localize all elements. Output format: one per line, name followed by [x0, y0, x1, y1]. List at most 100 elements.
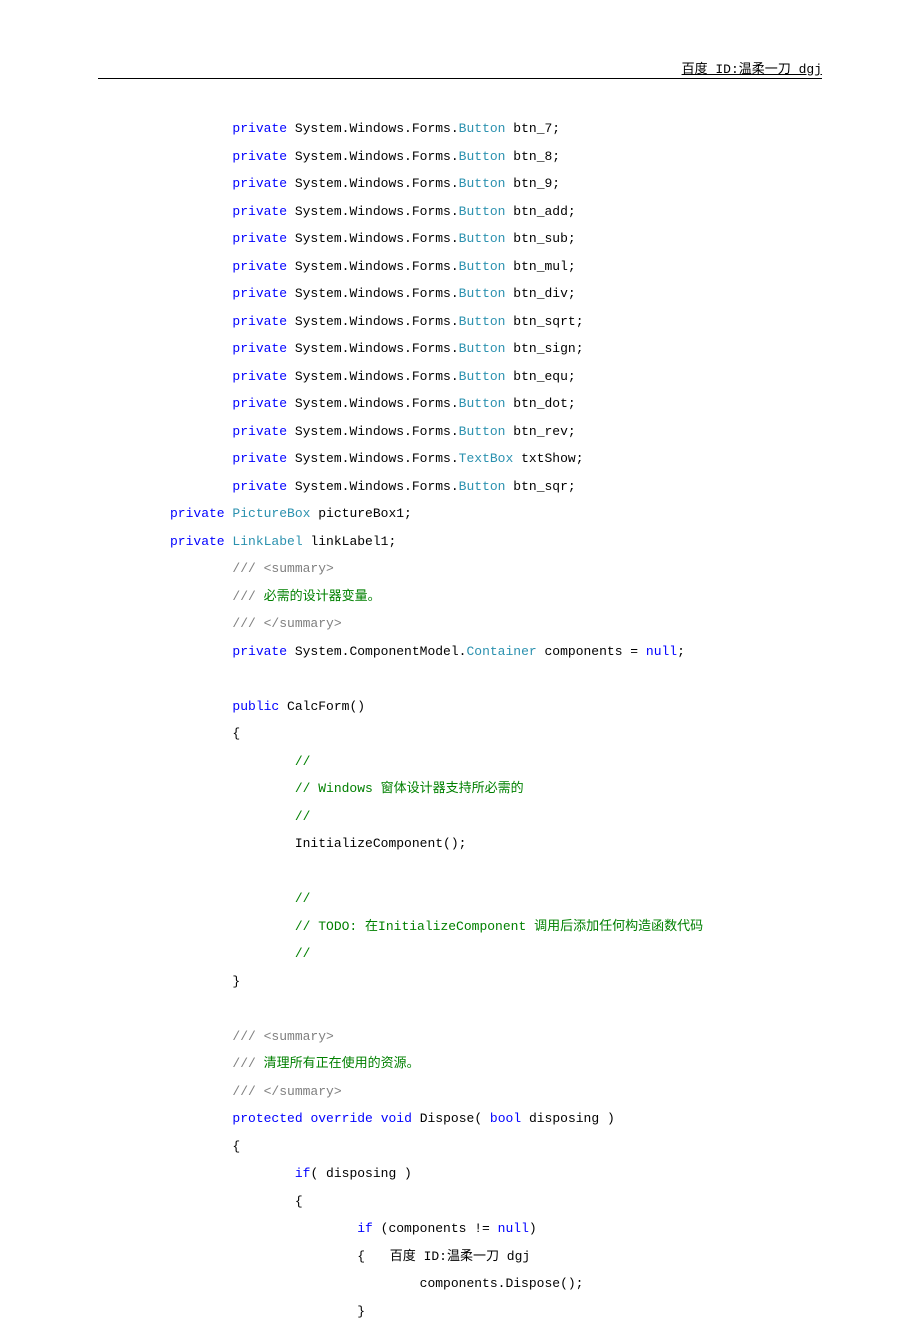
- code-line: private System.Windows.Forms.Button btn_…: [170, 253, 822, 281]
- code-line: //: [170, 940, 822, 968]
- code-line: /// 必需的设计器变量。: [170, 583, 822, 611]
- code-token: //: [295, 891, 311, 906]
- code-line: }: [170, 968, 822, 996]
- code-token: null: [498, 1221, 529, 1236]
- code-token: // TODO: 在InitializeComponent 调用后添加任何构造函…: [295, 919, 703, 934]
- code-token: private: [170, 506, 225, 521]
- code-token: Button: [459, 369, 506, 384]
- code-token: ///: [232, 1029, 255, 1044]
- code-token: Button: [459, 176, 506, 191]
- code-token: Button: [459, 479, 506, 494]
- code-token: {: [232, 1139, 240, 1154]
- code-line: if (components != null): [170, 1215, 822, 1243]
- code-line: private System.Windows.Forms.TextBox txt…: [170, 445, 822, 473]
- code-token: linkLabel1;: [303, 534, 397, 549]
- code-token: }: [232, 974, 240, 989]
- code-token: System.Windows.Forms.: [287, 176, 459, 191]
- code-token: // Windows 窗体设计器支持所必需的: [295, 781, 524, 796]
- code-token: btn_rev;: [505, 424, 575, 439]
- code-token: private: [232, 396, 287, 411]
- code-line: private PictureBox pictureBox1;: [170, 500, 822, 528]
- code-token: {: [232, 726, 240, 741]
- code-token: private: [232, 479, 287, 494]
- code-token: System.Windows.Forms.: [287, 424, 459, 439]
- code-token: btn_sqrt;: [505, 314, 583, 329]
- code-line: {: [170, 1188, 822, 1216]
- code-token: private: [232, 644, 287, 659]
- code-line: private System.Windows.Forms.Button btn_…: [170, 363, 822, 391]
- code-line: private System.Windows.Forms.Button btn_…: [170, 390, 822, 418]
- code-token: txtShow;: [513, 451, 583, 466]
- code-token: ///: [232, 589, 255, 604]
- code-token: btn_div;: [505, 286, 575, 301]
- code-token: System.Windows.Forms.: [287, 479, 459, 494]
- code-token: components.Dispose();: [420, 1276, 584, 1291]
- code-token: </summary>: [256, 616, 342, 631]
- code-line: /// 清理所有正在使用的资源。: [170, 1050, 822, 1078]
- code-token: System.Windows.Forms.: [287, 231, 459, 246]
- code-line: private System.Windows.Forms.Button btn_…: [170, 335, 822, 363]
- code-token: bool: [490, 1111, 521, 1126]
- code-block: private System.Windows.Forms.Button btn_…: [170, 115, 822, 1325]
- code-token: LinkLabel: [232, 534, 302, 549]
- code-token: if: [357, 1221, 373, 1236]
- code-token: private: [232, 259, 287, 274]
- code-token: //: [295, 946, 311, 961]
- page-footer: 百度 ID:温柔一刀 dgj: [0, 1245, 920, 1264]
- code-token: Button: [459, 314, 506, 329]
- code-token: {: [295, 1194, 303, 1209]
- code-token: PictureBox: [232, 506, 310, 521]
- code-line: InitializeComponent();: [170, 830, 822, 858]
- code-line: /// </summary>: [170, 1078, 822, 1106]
- code-token: private: [232, 369, 287, 384]
- code-token: </summary>: [256, 1084, 342, 1099]
- code-token: <summary>: [256, 1029, 334, 1044]
- code-line: private System.Windows.Forms.Button btn_…: [170, 225, 822, 253]
- code-token: Button: [459, 204, 506, 219]
- code-token: private: [232, 149, 287, 164]
- code-token: components =: [537, 644, 646, 659]
- code-line: /// </summary>: [170, 610, 822, 638]
- code-token: 清理所有正在使用的资源。: [256, 1056, 420, 1071]
- code-token: System.Windows.Forms.: [287, 149, 459, 164]
- code-token: private: [232, 424, 287, 439]
- code-token: ( disposing ): [310, 1166, 411, 1181]
- code-token: private: [232, 341, 287, 356]
- code-line: private System.Windows.Forms.Button btn_…: [170, 143, 822, 171]
- code-token: //: [295, 809, 311, 824]
- code-line: private LinkLabel linkLabel1;: [170, 528, 822, 556]
- code-line: private System.Windows.Forms.Button btn_…: [170, 308, 822, 336]
- code-token: null: [646, 644, 677, 659]
- code-line: [170, 858, 822, 886]
- code-line: private System.Windows.Forms.Button btn_…: [170, 115, 822, 143]
- header-rule: [98, 78, 822, 79]
- code-token: System.Windows.Forms.: [287, 341, 459, 356]
- code-token: ///: [232, 1084, 255, 1099]
- code-token: if: [295, 1166, 311, 1181]
- code-token: btn_sqr;: [505, 479, 575, 494]
- code-token: void: [381, 1111, 412, 1126]
- code-line: public CalcForm(): [170, 693, 822, 721]
- code-token: btn_sub;: [505, 231, 575, 246]
- code-token: //: [295, 754, 311, 769]
- code-line: if( disposing ): [170, 1160, 822, 1188]
- code-token: btn_equ;: [505, 369, 575, 384]
- code-token: Button: [459, 341, 506, 356]
- code-token: System.Windows.Forms.: [287, 451, 459, 466]
- code-token: ///: [232, 1056, 255, 1071]
- code-token: System.Windows.Forms.: [287, 286, 459, 301]
- code-token: System.Windows.Forms.: [287, 396, 459, 411]
- code-line: // TODO: 在InitializeComponent 调用后添加任何构造函…: [170, 913, 822, 941]
- code-token: ): [529, 1221, 537, 1236]
- code-token: Button: [459, 231, 506, 246]
- code-line: {: [170, 1133, 822, 1161]
- code-line: /// <summary>: [170, 1023, 822, 1051]
- code-token: [373, 1111, 381, 1126]
- code-token: btn_add;: [505, 204, 575, 219]
- code-line: private System.Windows.Forms.Button btn_…: [170, 280, 822, 308]
- code-line: /// <summary>: [170, 555, 822, 583]
- code-token: private: [232, 286, 287, 301]
- code-token: ;: [677, 644, 685, 659]
- code-token: System.Windows.Forms.: [287, 259, 459, 274]
- code-token: private: [232, 204, 287, 219]
